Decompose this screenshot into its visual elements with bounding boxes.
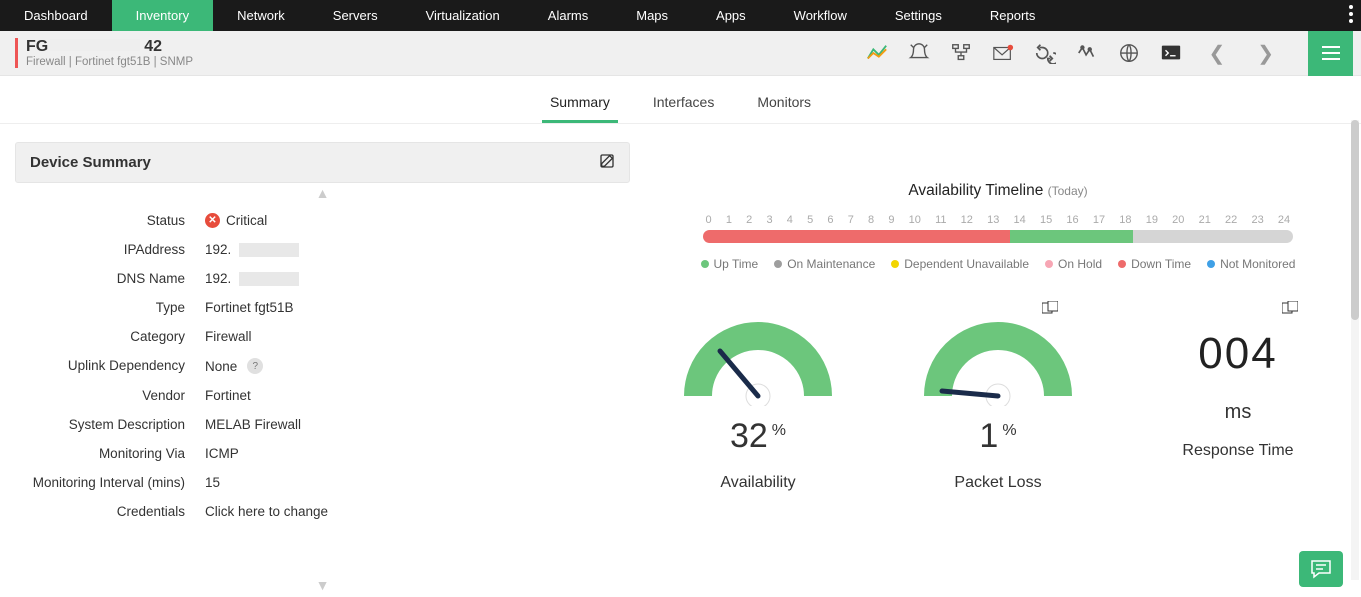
scrollbar[interactable] [1351,120,1359,580]
summary-value: Fortinet fgt51B [205,296,630,319]
gauge-response-time: 004 ms Response Time [1148,311,1328,492]
summary-label: Monitoring Interval (mins) [15,471,205,494]
timeline-ticks: 0123456789101112131415161718192021222324 [706,214,1291,226]
scroll-up-icon[interactable]: ▲ [316,185,330,201]
response-time-label: Response Time [1148,442,1328,460]
prev-device-icon[interactable]: ❮ [1202,41,1231,66]
timeline-title: Availability Timeline (Today) [650,182,1346,200]
nav-reports[interactable]: Reports [966,0,1060,31]
nav-apps[interactable]: Apps [692,0,770,31]
nav-network[interactable]: Network [213,0,309,31]
hamburger-menu[interactable] [1308,31,1353,76]
timeline-segment[interactable] [1133,230,1293,243]
legend-item: On Maintenance [774,257,875,271]
help-icon[interactable]: ? [247,358,263,374]
tab-interfaces[interactable]: Interfaces [649,84,718,122]
terminal-icon[interactable] [1160,42,1182,64]
summary-label: System Description [15,413,205,436]
mail-icon[interactable] [992,42,1014,64]
summary-value: Fortinet [205,384,630,407]
tab-monitors[interactable]: Monitors [753,84,815,122]
nav-servers[interactable]: Servers [309,0,402,31]
scroll-down-icon[interactable]: ▼ [316,577,330,593]
metrics-icon[interactable] [1076,42,1098,64]
summary-label: IPAddress [15,238,205,261]
summary-label: Monitoring Via [15,442,205,465]
panel-title: Device Summary [30,154,151,171]
summary-label: Vendor [15,384,205,407]
response-time-unit: ms [1148,401,1328,424]
device-subtitle: Firewall | Fortinet fgt51B | SNMP [26,56,193,68]
packet-loss-detail-icon[interactable] [1042,301,1058,318]
device-title-prefix: FG [26,38,48,55]
legend-item: Dependent Unavailable [891,257,1029,271]
device-summary-header: Device Summary [15,142,630,183]
summary-value: 192. [205,238,630,261]
summary-value: 192. [205,267,630,290]
tab-summary[interactable]: Summary [546,84,614,122]
sub-tabs: Summary Interfaces Monitors [0,82,1361,124]
refresh-icon[interactable] [1034,42,1056,64]
nav-inventory[interactable]: Inventory [112,0,213,31]
globe-icon[interactable] [1118,42,1140,64]
summary-value: ✕Critical [205,209,630,232]
nav-workflow[interactable]: Workflow [770,0,871,31]
summary-label: Uplink Dependency [15,354,205,378]
summary-label: Status [15,209,205,232]
nav-virtualization[interactable]: Virtualization [402,0,524,31]
summary-value: Firewall [205,325,630,348]
timeline-legend: Up Time On Maintenance Dependent Unavailab… [650,257,1346,271]
legend-item: On Hold [1045,257,1102,271]
alarm-icon[interactable] [908,42,930,64]
response-time-detail-icon[interactable] [1282,301,1298,318]
device-header: FG 42 Firewall | Fortinet fgt51B | SNMP ❮… [0,31,1361,76]
device-title: FG 42 [26,38,193,56]
timeline-bar[interactable] [703,230,1293,243]
top-nav: Dashboard Inventory Network Servers Virt… [0,0,1361,31]
packet-loss-label: Packet Loss [908,474,1088,492]
response-time-value: 004 [1148,329,1328,379]
summary-label: Type [15,296,205,319]
device-title-suffix: 42 [144,38,162,55]
gauge-availability: 32% Availability [668,311,848,492]
summary-label: Credentials [15,500,205,523]
legend-item: Down Time [1118,257,1191,271]
chat-button[interactable] [1299,551,1343,587]
nav-alarms[interactable]: Alarms [524,0,612,31]
packet-loss-value: 1 [979,417,998,455]
summary-label: DNS Name [15,267,205,290]
availability-label: Availability [668,474,848,492]
topology-icon[interactable] [950,42,972,64]
summary-grid: Status✕CriticalIPAddress192.DNS Name192.… [15,209,630,523]
summary-value: 15 [205,471,630,494]
critical-icon: ✕ [205,213,220,228]
legend-item: Not Monitored [1207,257,1295,271]
availability-value: 32 [730,417,768,455]
nav-settings[interactable]: Settings [871,0,966,31]
nav-dashboard[interactable]: Dashboard [0,0,112,31]
timeline-segment[interactable] [1010,230,1133,243]
summary-value: None? [205,354,630,378]
legend-item: Up Time [701,257,759,271]
next-device-icon[interactable]: ❯ [1251,41,1280,66]
summary-value: ICMP [205,442,630,465]
nav-more-icon[interactable] [1349,2,1353,26]
summary-value: MELAB Firewall [205,413,630,436]
timeline-segment[interactable] [703,230,1010,243]
chart-icon[interactable] [866,42,888,64]
nav-maps[interactable]: Maps [612,0,692,31]
edit-icon[interactable] [599,153,615,172]
summary-value[interactable]: Click here to change [205,500,630,523]
gauge-packet-loss: 1% Packet Loss [908,311,1088,492]
summary-label: Category [15,325,205,348]
